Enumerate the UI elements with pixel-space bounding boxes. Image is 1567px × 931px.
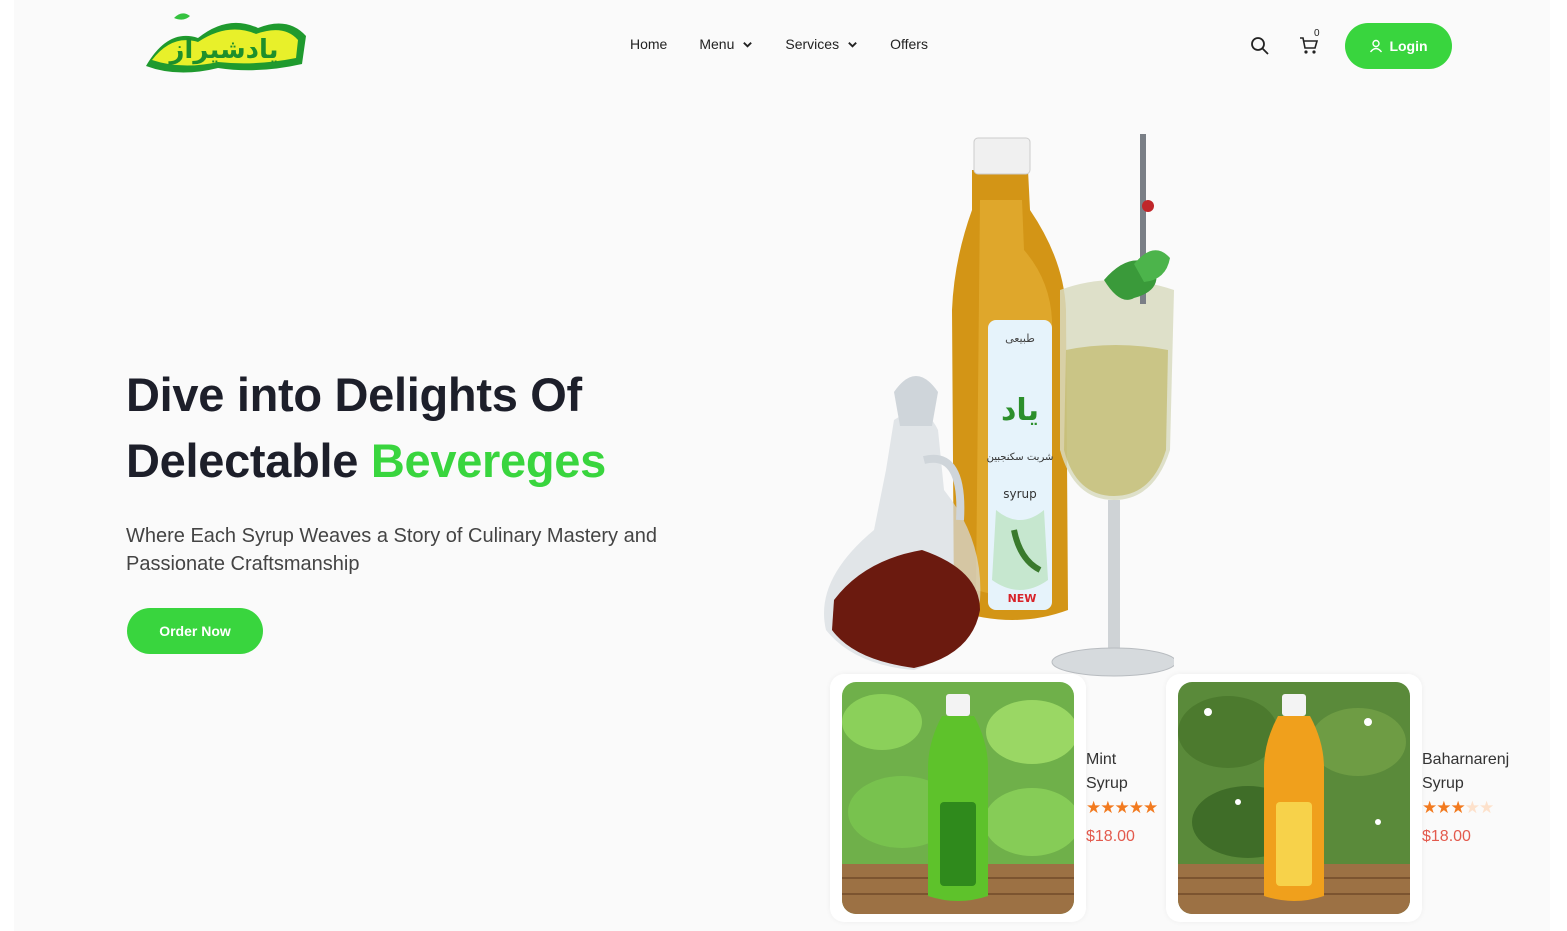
product-rating-baharnarenj: ★★★★★ — [1422, 798, 1494, 817]
order-now-label: Order Now — [159, 623, 231, 639]
star-icon: ★ — [1422, 798, 1437, 817]
product-name-line1: Baharnarenj — [1422, 751, 1510, 768]
nav-menu-label: Menu — [699, 36, 735, 52]
product-name-line2: Syrup — [1086, 775, 1128, 792]
product-name-line2: Syrup — [1422, 775, 1464, 792]
svg-text:NEW: NEW — [1008, 592, 1037, 605]
main-nav: Home Menu Services Offers — [630, 36, 928, 52]
product-card-baharnarenj[interactable]: Baharnarenj Syrup ★★★★★ $18.00 — [1166, 674, 1509, 922]
hero-title-line1: Dive into Delights Of — [126, 368, 582, 421]
product-image-mint — [842, 682, 1074, 914]
search-icon[interactable] — [1250, 36, 1270, 56]
product-image-baharnarenj — [1178, 682, 1410, 914]
svg-text:شربت سکنجبین: شربت سکنجبین — [987, 452, 1054, 463]
brand-logo[interactable]: یادشیراز — [138, 8, 310, 80]
nav-services-label: Services — [785, 36, 840, 52]
nav-offers-label: Offers — [890, 36, 928, 52]
chevron-down-icon — [848, 41, 857, 48]
svg-text:یاد: یاد — [1001, 393, 1039, 428]
order-now-button[interactable]: Order Now — [127, 608, 263, 654]
star-icon: ★ — [1436, 798, 1451, 817]
product-rating-mint: ★★★★★ — [1086, 798, 1158, 817]
svg-text:syrup: syrup — [1003, 487, 1037, 501]
nav-offers[interactable]: Offers — [890, 36, 928, 52]
star-icon: ★ — [1128, 798, 1144, 817]
user-icon — [1370, 39, 1383, 53]
nav-services[interactable]: Services — [785, 36, 858, 52]
login-label: Login — [1389, 38, 1428, 54]
star-icon: ★ — [1086, 798, 1101, 817]
star-icon: ★ — [1100, 798, 1115, 817]
login-button[interactable]: Login — [1345, 23, 1452, 69]
star-icon: ★ — [1114, 798, 1130, 817]
hero-title-line2: Delectable — [126, 434, 371, 487]
cart-count-badge: 0 — [1314, 28, 1320, 39]
product-name-baharnarenj: Baharnarenj Syrup — [1422, 748, 1542, 796]
svg-text:طبیعی: طبیعی — [1005, 332, 1035, 345]
svg-text:یادشیراز: یادشیراز — [167, 35, 278, 65]
hero-title-accent: Bevereges — [370, 434, 606, 487]
product-price-mint: $18.00 — [1086, 828, 1135, 845]
hero-title: Dive into Delights Of Delectable Bevereg… — [126, 362, 726, 494]
nav-home[interactable]: Home — [630, 36, 667, 52]
star-icon: ★ — [1143, 798, 1158, 817]
page: یادشیراز Home Menu Services Offers 0 Log… — [14, 0, 1550, 931]
product-price-baharnarenj: $18.00 — [1422, 828, 1471, 845]
product-card-mint[interactable]: Mint Syrup ★★★★★ $18.00 — [830, 674, 1158, 922]
star-icon: ★ — [1450, 798, 1466, 817]
nav-menu[interactable]: Menu — [699, 36, 753, 52]
star-icon: ★ — [1464, 798, 1480, 817]
hero-product-image: طبیعی یاد شربت سکنجبین syrup NEW — [824, 134, 1174, 677]
star-icon: ★ — [1479, 798, 1494, 817]
hero-subtitle: Where Each Syrup Weaves a Story of Culin… — [126, 525, 657, 575]
product-name-line1: Mint — [1086, 751, 1117, 768]
nav-home-label: Home — [630, 36, 668, 52]
chevron-down-icon — [743, 41, 753, 48]
